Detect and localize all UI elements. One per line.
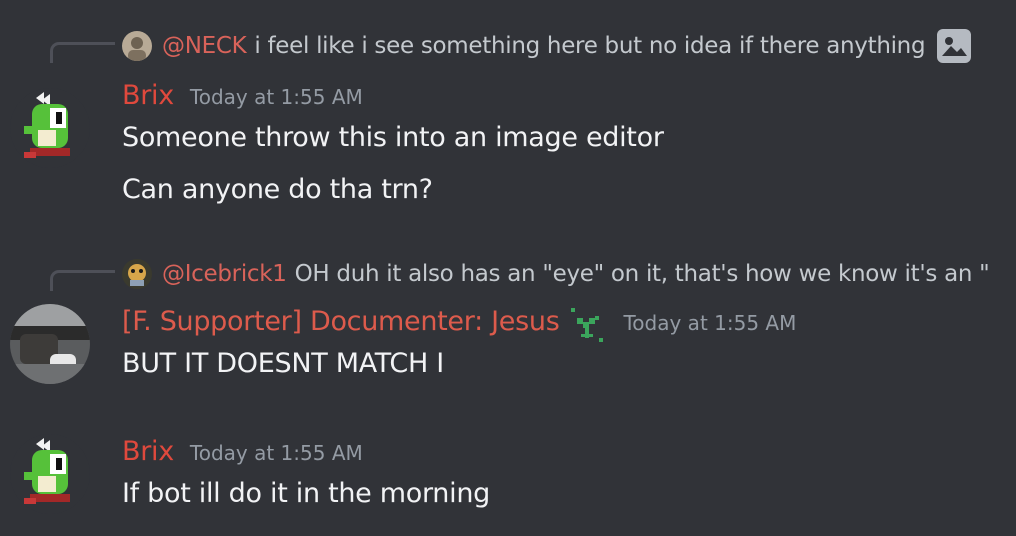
message-text: BUT IT DOESNT MATCH I [122, 348, 444, 379]
reply-mention[interactable]: @Icebrick1 [162, 261, 287, 287]
reply-avatar [122, 259, 152, 289]
username[interactable]: [F. Supporter] Documenter: Jesus [122, 306, 560, 337]
bubble-dragon-avatar-icon [10, 88, 90, 168]
avatar[interactable] [10, 88, 90, 168]
reply-text: OH duh it also has an "eye" on it, that'… [294, 261, 990, 287]
avatar[interactable] [10, 304, 90, 384]
timestamp[interactable]: Today at 1:55 AM [623, 311, 796, 335]
message-header: [F. Supporter] Documenter: Jesus Today a… [122, 306, 796, 346]
message-text: Someone throw this into an image editor [122, 122, 664, 153]
message-text: If bot ill do it in the morning [122, 478, 490, 509]
timestamp[interactable]: Today at 1:55 AM [190, 85, 363, 109]
reply-spine [50, 270, 115, 291]
reply-mention[interactable]: @NECK [162, 33, 247, 59]
reply-text: i feel like i see something here but no … [254, 33, 926, 59]
bubble-dragon-avatar-icon [10, 434, 90, 514]
timestamp[interactable]: Today at 1:55 AM [190, 441, 363, 465]
sprout-icon[interactable] [567, 306, 607, 346]
chat-message-list: @NECK i feel like i see something here b… [0, 0, 1016, 536]
message-header: Brix Today at 1:55 AM [122, 80, 363, 111]
image-icon [937, 29, 972, 63]
reply-preview[interactable]: @Icebrick1 OH duh it also has an "eye" o… [122, 257, 990, 291]
reply-spine [50, 42, 115, 63]
photo-avatar-icon [10, 304, 90, 384]
message-header: Brix Today at 1:55 AM [122, 436, 363, 467]
message-text: Can anyone do tha trn? [122, 174, 433, 205]
avatar[interactable] [10, 434, 90, 514]
username[interactable]: Brix [122, 80, 174, 111]
username[interactable]: Brix [122, 436, 174, 467]
reply-avatar [122, 31, 152, 61]
reply-preview[interactable]: @NECK i feel like i see something here b… [122, 29, 972, 63]
